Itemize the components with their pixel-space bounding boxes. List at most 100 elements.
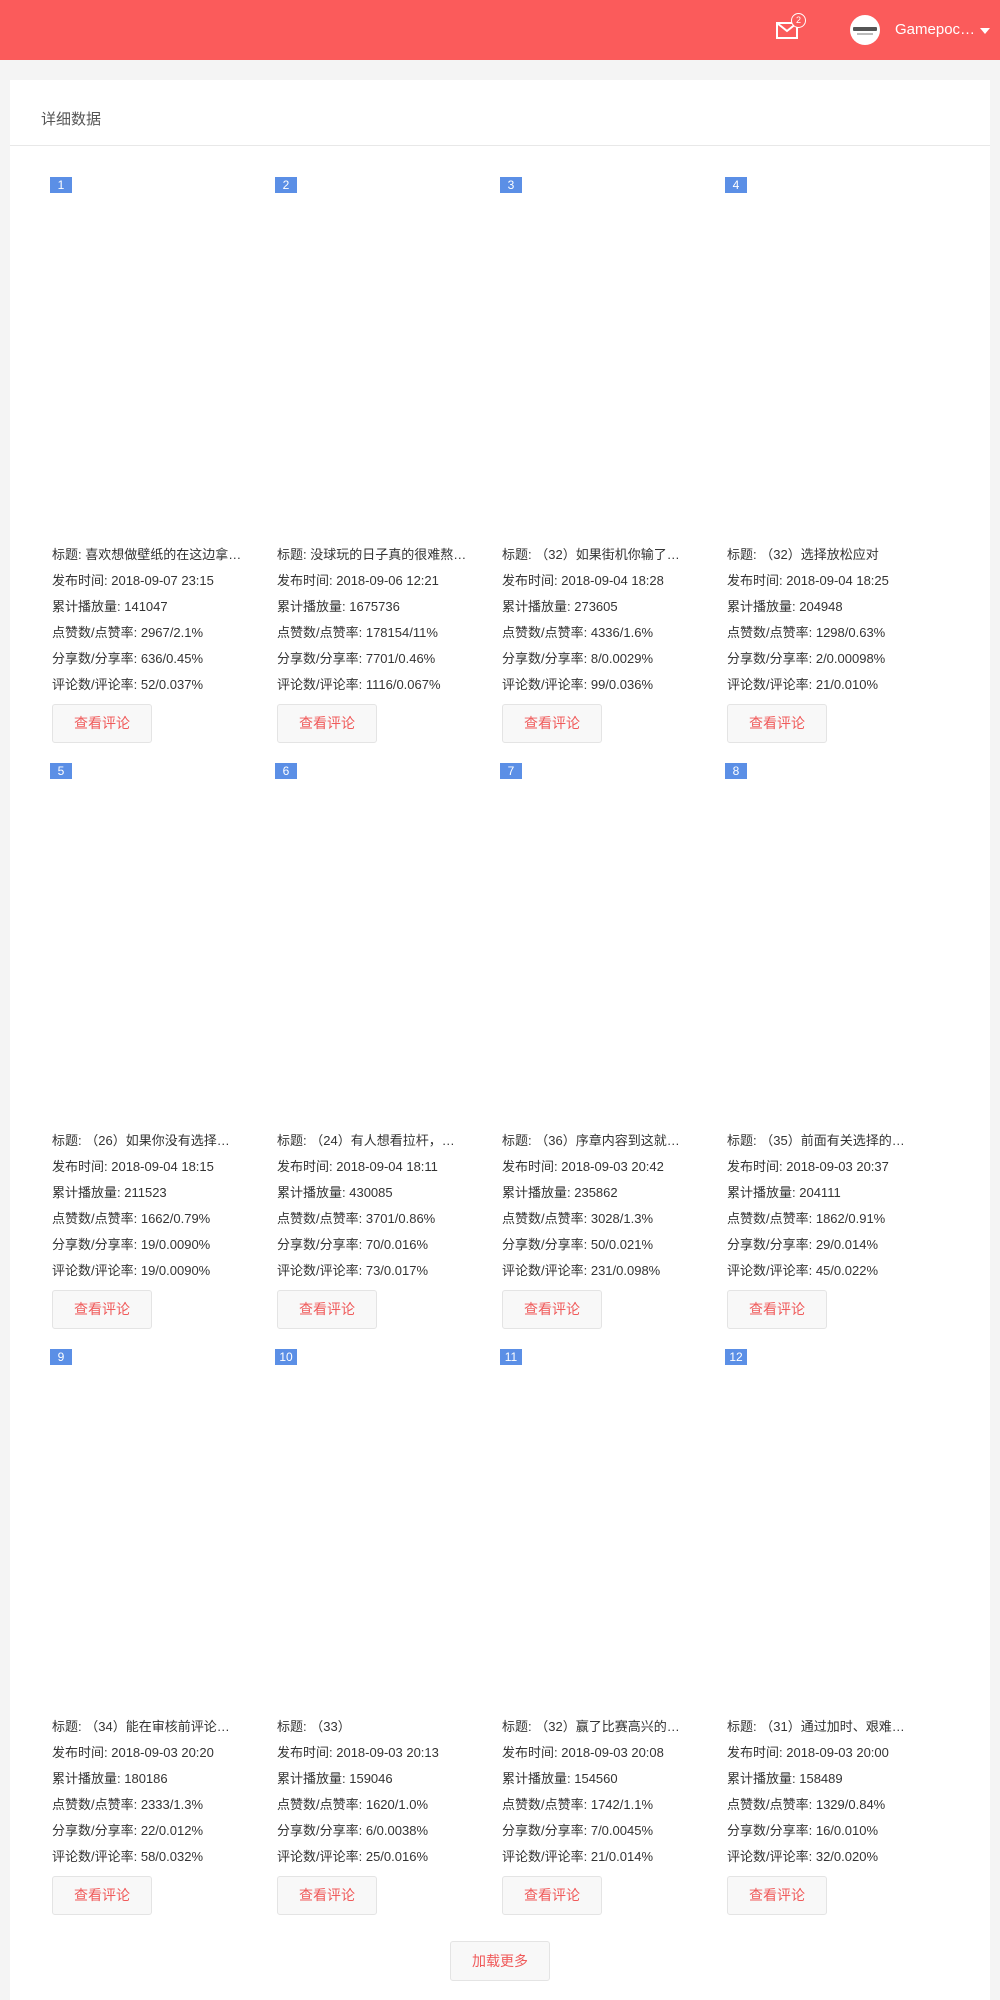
like-stats-label: 点赞数/点赞率: — [502, 1797, 591, 1812]
view-comments-button[interactable]: 查看评论 — [727, 1876, 827, 1915]
share-stats: 分享数/分享率: 7/0.0045% — [502, 1822, 712, 1848]
video-card: 4 标题: （32）选择放松应对 发布时间: 2018-09-04 18:25 累计播… — [725, 145, 937, 743]
play-count-label: 累计播放量: — [502, 1771, 575, 1786]
play-count-value: 235862 — [574, 1185, 618, 1200]
share-stats-value: 22/0.012% — [140, 1823, 204, 1838]
video-title: 标题: 没球玩的日子真的很难熬… — [277, 546, 487, 572]
video-stats: 标题: （24）有人想看拉杆，… 发布时间: 2018-09-04 18:11 累计… — [277, 1132, 487, 1288]
play-count-label: 累计播放量: — [52, 1771, 125, 1786]
publish-time: 发布时间: 2018-09-03 20:42 — [502, 1158, 712, 1184]
comment-stats-value: 25/0.016% — [365, 1849, 429, 1864]
video-thumbnail[interactable] — [500, 1369, 700, 1689]
like-stats-value: 1298/0.63% — [815, 625, 886, 640]
video-thumbnail[interactable] — [50, 1369, 250, 1689]
video-thumbnail[interactable] — [275, 197, 475, 517]
video-thumbnail[interactable] — [275, 783, 475, 1103]
video-card: 11 标题: （32）赢了比赛高兴的… 发布时间: 2018-09-03 20:08… — [500, 1317, 712, 1915]
video-thumbnail[interactable] — [50, 197, 250, 517]
share-stats: 分享数/分享率: 50/0.021% — [502, 1236, 712, 1262]
like-stats-value: 178154/11% — [365, 625, 438, 640]
rank-badge: 11 — [500, 1349, 522, 1365]
video-card: 1 标题: 喜欢想做壁纸的在这边拿… 发布时间: 2018-09-07 23:15 累… — [50, 145, 262, 743]
publish-time-value: 2018-09-04 18:25 — [786, 573, 889, 588]
video-title-label: 标题: — [727, 1719, 761, 1734]
video-thumbnail[interactable] — [725, 783, 925, 1103]
share-stats-label: 分享数/分享率: — [52, 1823, 141, 1838]
like-stats: 点赞数/点赞率: 1298/0.63% — [727, 624, 937, 650]
video-thumbnail[interactable] — [500, 197, 700, 517]
video-thumbnail[interactable] — [275, 1369, 475, 1689]
comment-stats: 评论数/评论率: 32/0.020% — [727, 1848, 937, 1874]
publish-time: 发布时间: 2018-09-07 23:15 — [52, 572, 262, 598]
like-stats-label: 点赞数/点赞率: — [502, 625, 591, 640]
play-count-label: 累计播放量: — [502, 599, 575, 614]
play-count-label: 累计播放量: — [277, 1185, 350, 1200]
play-count-value: 204111 — [799, 1185, 841, 1200]
video-stats: 标题: （32）选择放松应对 发布时间: 2018-09-04 18:25 累计播放… — [727, 546, 937, 702]
publish-time: 发布时间: 2018-09-04 18:15 — [52, 1158, 262, 1184]
play-count-value: 159046 — [349, 1771, 393, 1786]
view-comments-button[interactable]: 查看评论 — [502, 1876, 602, 1915]
video-thumbnail[interactable] — [725, 1369, 925, 1689]
video-card: 5 标题: （26）如果你没有选择… 发布时间: 2018-09-04 18:15 累… — [50, 731, 262, 1329]
rank-badge: 12 — [725, 1349, 747, 1365]
play-count-label: 累计播放量: — [52, 599, 125, 614]
video-title-value: （32）如果街机你输了… — [535, 547, 680, 562]
video-stats: 标题: （31）通过加时、艰难… 发布时间: 2018-09-03 20:00 累计… — [727, 1718, 937, 1874]
publish-time: 发布时间: 2018-09-04 18:28 — [502, 572, 712, 598]
publish-time-value: 2018-09-03 20:13 — [336, 1745, 439, 1760]
video-card: 3 标题: （32）如果街机你输了… 发布时间: 2018-09-04 18:28 累… — [500, 145, 712, 743]
play-count-value: 430085 — [349, 1185, 393, 1200]
comment-stats-value: 1116/0.067% — [365, 677, 441, 692]
view-comments-button[interactable]: 查看评论 — [277, 1876, 377, 1915]
comment-stats-value: 52/0.037% — [140, 677, 204, 692]
publish-time-value: 2018-09-07 23:15 — [111, 573, 214, 588]
video-card: 7 标题: （36）序章内容到这就… 发布时间: 2018-09-03 20:42 累… — [500, 731, 712, 1329]
like-stats-value: 2333/1.3% — [140, 1797, 204, 1812]
comment-stats-label: 评论数/评论率: — [277, 1263, 366, 1278]
comment-stats-label: 评论数/评论率: — [52, 677, 141, 692]
comment-stats: 评论数/评论率: 231/0.098% — [502, 1262, 712, 1288]
chevron-down-icon[interactable] — [980, 28, 990, 34]
publish-time-label: 发布时间: — [277, 573, 337, 588]
share-stats: 分享数/分享率: 19/0.0090% — [52, 1236, 262, 1262]
publish-time-label: 发布时间: — [727, 1159, 787, 1174]
video-thumbnail[interactable] — [500, 783, 700, 1103]
view-comments-button[interactable]: 查看评论 — [52, 1876, 152, 1915]
like-stats: 点赞数/点赞率: 1742/1.1% — [502, 1796, 712, 1822]
video-title-value: （35）前面有关选择的… — [760, 1133, 905, 1148]
like-stats: 点赞数/点赞率: 178154/11% — [277, 624, 487, 650]
play-count: 累计播放量: 141047 — [52, 598, 262, 624]
like-stats: 点赞数/点赞率: 4336/1.6% — [502, 624, 712, 650]
video-thumbnail[interactable] — [50, 783, 250, 1103]
video-title: 标题: （32）选择放松应对 — [727, 546, 937, 572]
like-stats: 点赞数/点赞率: 3701/0.86% — [277, 1210, 487, 1236]
video-card: 6 标题: （24）有人想看拉杆，… 发布时间: 2018-09-04 18:11 累… — [275, 731, 487, 1329]
rank-badge: 3 — [500, 177, 522, 193]
like-stats-label: 点赞数/点赞率: — [52, 1211, 141, 1226]
play-count-value: 1675736 — [349, 599, 400, 614]
publish-time-value: 2018-09-03 20:08 — [561, 1745, 664, 1760]
comment-stats-label: 评论数/评论率: — [277, 1849, 366, 1864]
load-more-button[interactable]: 加载更多 — [450, 1941, 550, 1981]
comment-stats: 评论数/评论率: 25/0.016% — [277, 1848, 487, 1874]
video-title-label: 标题: — [502, 1719, 536, 1734]
video-thumbnail[interactable] — [725, 197, 925, 517]
like-stats-value: 2967/2.1% — [140, 625, 204, 640]
avatar[interactable] — [850, 15, 880, 45]
share-stats-value: 2/0.00098% — [815, 651, 886, 666]
comment-stats-label: 评论数/评论率: — [502, 1263, 591, 1278]
like-stats-label: 点赞数/点赞率: — [277, 1211, 366, 1226]
publish-time: 发布时间: 2018-09-03 20:37 — [727, 1158, 937, 1184]
play-count-label: 累计播放量: — [727, 599, 800, 614]
video-title: 标题: （26）如果你没有选择… — [52, 1132, 262, 1158]
video-title-value: （26）如果你没有选择… — [85, 1133, 230, 1148]
publish-time-label: 发布时间: — [727, 573, 787, 588]
username[interactable]: Gamepoc… — [895, 20, 975, 40]
video-stats: 标题: 喜欢想做壁纸的在这边拿… 发布时间: 2018-09-07 23:15 累计… — [52, 546, 262, 702]
video-title-value: 喜欢想做壁纸的在这边拿… — [85, 547, 242, 562]
publish-time-label: 发布时间: — [52, 573, 112, 588]
share-stats-label: 分享数/分享率: — [727, 651, 816, 666]
like-stats-value: 1862/0.91% — [815, 1211, 886, 1226]
video-title-value: （24）有人想看拉杆，… — [310, 1133, 455, 1148]
